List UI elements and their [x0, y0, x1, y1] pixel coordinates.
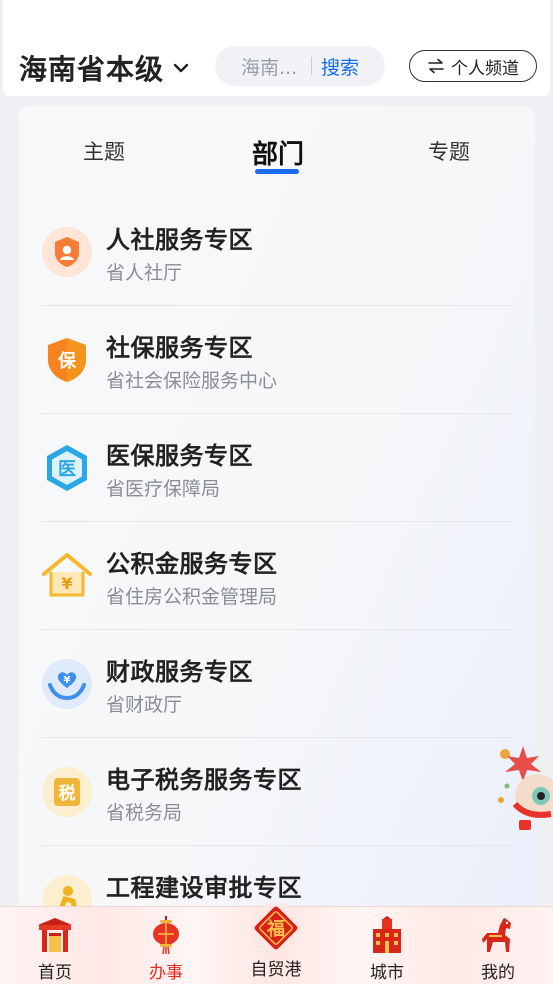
- list-item[interactable]: 税 电子税务服务专区 省税务局: [41, 738, 512, 846]
- nav-free-trade-port[interactable]: 福 自贸港: [231, 902, 321, 984]
- list-item[interactable]: 医 医保服务专区 省医疗保障局: [41, 414, 512, 522]
- nav-mine[interactable]: 我的: [453, 907, 543, 984]
- horse-icon: [482, 918, 511, 952]
- item-title: 人社服务专区: [106, 226, 253, 254]
- active-tab-indicator: [255, 169, 299, 174]
- svg-text:保: 保: [57, 350, 77, 372]
- gate-icon: [38, 918, 72, 952]
- svg-text:¥: ¥: [64, 675, 71, 686]
- top-header: 海南省本级 海南... 搜索 个人频道: [3, 0, 550, 96]
- social-security-shield-icon: 保: [48, 338, 86, 382]
- item-subtitle: 省住房公积金管理局: [106, 586, 278, 608]
- svg-text:¥: ¥: [61, 574, 72, 593]
- nav-home[interactable]: 首页: [10, 907, 100, 984]
- fu-character: 福: [266, 918, 285, 940]
- item-subtitle: 省税务局: [106, 802, 183, 824]
- personal-channel-label: 个人频道: [451, 58, 519, 79]
- list-item[interactable]: 人社服务专区 省人社厅: [41, 198, 512, 306]
- tab-theme[interactable]: 主题: [83, 136, 125, 166]
- item-title: 社保服务专区: [106, 334, 253, 362]
- person-badge-icon: [42, 227, 92, 277]
- item-title: 电子税务服务专区: [106, 766, 302, 794]
- city-building-icon: [373, 916, 401, 953]
- service-card: 主题 部门 专题 人社服务专区 省人社厅 保 社保服务专区 省社会保险服务中心: [18, 106, 535, 984]
- svg-text:税: 税: [59, 783, 76, 804]
- medical-insurance-hexagon-icon: 医: [47, 445, 87, 491]
- list-item[interactable]: 保 社保服务专区 省社会保险服务中心: [41, 306, 512, 414]
- fu-diamond-icon: 福: [250, 902, 302, 954]
- region-selector[interactable]: 海南省本级: [19, 48, 190, 88]
- finance-hands-heart-icon: ¥: [42, 659, 92, 709]
- swap-arrows-icon: [428, 58, 444, 74]
- item-title: 财政服务专区: [106, 658, 253, 686]
- item-subtitle: 省社会保险服务中心: [106, 370, 278, 392]
- item-title: 工程建设审批专区: [106, 874, 302, 902]
- nav-label: 我的: [481, 963, 515, 983]
- tab-special-topic[interactable]: 专题: [428, 136, 470, 166]
- nav-city[interactable]: 城市: [342, 907, 432, 984]
- personal-channel-button[interactable]: 个人频道: [409, 50, 537, 82]
- region-name: 海南省本级: [19, 53, 165, 86]
- svg-text:医: 医: [58, 459, 76, 480]
- search-button[interactable]: 搜索: [321, 53, 359, 80]
- nav-services[interactable]: 办事: [121, 907, 211, 984]
- tax-seal-icon: 税: [42, 767, 92, 817]
- search-divider: [311, 57, 312, 75]
- housing-fund-house-icon: ¥: [42, 553, 92, 597]
- item-title: 公积金服务专区: [106, 550, 278, 578]
- nav-label: 城市: [370, 963, 404, 983]
- item-subtitle: 省医疗保障局: [106, 478, 221, 500]
- item-subtitle: 省人社厅: [106, 262, 183, 284]
- chevron-down-icon: [173, 63, 189, 73]
- item-title: 医保服务专区: [106, 442, 253, 470]
- nav-label: 首页: [38, 963, 72, 983]
- item-subtitle: 省财政厅: [106, 694, 183, 716]
- tab-department[interactable]: 部门: [252, 134, 304, 171]
- search-input[interactable]: 海南...: [241, 53, 303, 80]
- festival-mascot-icon[interactable]: [493, 742, 553, 834]
- list-item[interactable]: ¥ 公积金服务专区 省住房公积金管理局: [41, 522, 512, 630]
- department-list: 人社服务专区 省人社厅 保 社保服务专区 省社会保险服务中心 医 医保服务专区 …: [41, 198, 512, 954]
- search-box[interactable]: 海南... 搜索: [215, 46, 385, 86]
- lantern-icon: [153, 916, 179, 955]
- category-tabs: 主题 部门 专题: [18, 106, 535, 186]
- list-item[interactable]: ¥ 财政服务专区 省财政厅: [41, 630, 512, 738]
- nav-label: 办事: [149, 963, 183, 983]
- bottom-navigation: 首页 办事 福 自贸港 城市 我的: [0, 902, 553, 984]
- nav-label: 自贸港: [250, 960, 302, 980]
